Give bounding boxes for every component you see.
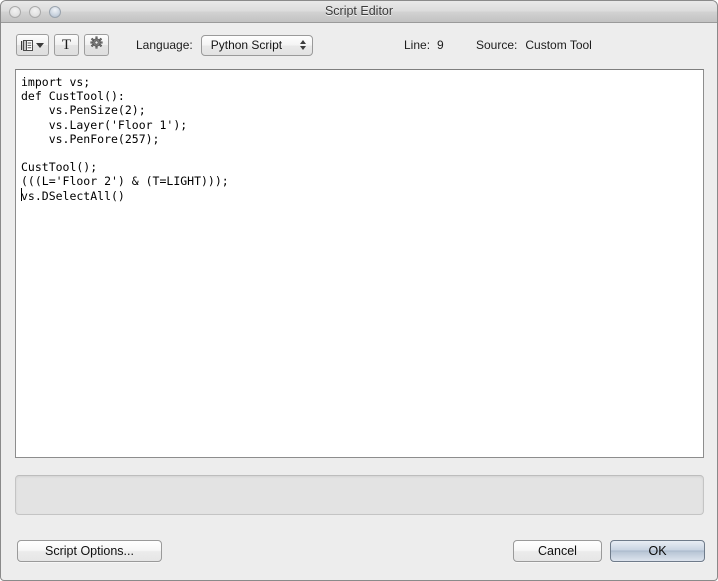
line-value: 9 (437, 38, 444, 52)
text-T-icon: T (61, 36, 72, 53)
chevron-down-icon (36, 42, 44, 48)
source-indicator: Source: Custom Tool (476, 38, 592, 52)
source-value: Custom Tool (525, 38, 592, 52)
cancel-button[interactable]: Cancel (513, 540, 602, 562)
ok-button[interactable]: OK (610, 540, 705, 562)
toolbar: T Language: Python Script Line: 9 Source… (1, 23, 717, 67)
code-text[interactable]: import vs; def CustTool(): vs.PenSize(2)… (16, 70, 703, 203)
updown-arrows-icon (299, 40, 306, 50)
source-label: Source: (476, 38, 518, 52)
text-caret (21, 188, 22, 201)
line-indicator: Line: 9 (404, 38, 444, 52)
code-editor[interactable]: import vs; def CustTool(): vs.PenSize(2)… (15, 69, 704, 458)
line-label: Line: (404, 38, 431, 52)
gear-icon (90, 36, 103, 54)
script-options-button[interactable]: Script Options... (17, 540, 162, 562)
list-icon (21, 39, 44, 52)
status-output-panel (15, 475, 704, 515)
window-title: Script Editor (324, 4, 394, 18)
list-view-button[interactable] (16, 34, 49, 56)
settings-button[interactable] (84, 34, 109, 56)
script-editor-window: Script Editor T Language: Python Script … (0, 0, 718, 581)
language-select-value: Python Script (210, 38, 283, 52)
text-format-button[interactable]: T (54, 34, 79, 56)
language-select[interactable]: Python Script (200, 34, 313, 56)
window-titlebar: Script Editor (1, 1, 717, 23)
language-label: Language: (136, 38, 193, 52)
